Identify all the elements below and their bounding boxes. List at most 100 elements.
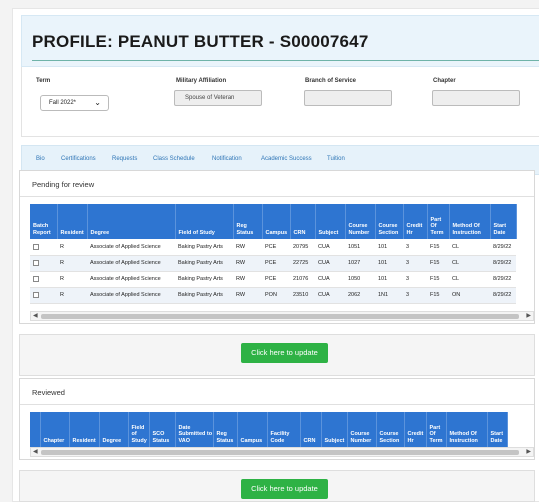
table-cell: CUA <box>315 239 345 256</box>
table-cell: Baking Pastry Arts <box>175 271 233 288</box>
scroll-left-icon[interactable]: ◀ <box>33 312 38 319</box>
table-cell: Baking Pastry Arts <box>175 239 233 256</box>
tab-academic-success[interactable]: Academic Success <box>261 156 312 162</box>
table-row: R Associate of Applied Science Baking Pa… <box>30 255 516 272</box>
table-cell: 101 <box>375 255 403 272</box>
reviewed-panel-header: Reviewed <box>20 379 534 405</box>
table-cell: 22725 <box>290 255 315 272</box>
table-cell: 101 <box>375 271 403 288</box>
table-cell: PCE <box>262 255 290 272</box>
col-header: Course Section <box>375 204 404 239</box>
col-header: Degree <box>87 204 176 239</box>
pending-title: Pending for review <box>32 180 95 189</box>
batch-report-checkbox[interactable] <box>33 275 39 282</box>
tab-class-schedule[interactable]: Class Schedule <box>153 156 195 162</box>
col-header: Subject <box>315 204 346 239</box>
col-header: Field of Study <box>128 412 150 447</box>
table-cell: R <box>57 287 87 304</box>
pending-horizontal-scrollbar[interactable]: ◀ ▶ <box>30 311 534 321</box>
col-header: Field of Study <box>175 204 234 239</box>
table-cell: CL <box>449 255 490 272</box>
table-cell: 1050 <box>345 271 375 288</box>
col-header: CRN <box>290 204 316 239</box>
profile-header: PROFILE: PEANUT BUTTER - S00007647 <box>21 15 539 67</box>
term-label: Term <box>36 78 51 84</box>
pending-table: Batch Report Resident Degree Field of St… <box>30 204 517 304</box>
col-header: Course Section <box>376 412 405 447</box>
batch-report-cell[interactable] <box>30 255 57 272</box>
table-cell: 1027 <box>345 255 375 272</box>
branch-of-service-label: Branch of Service <box>305 78 357 84</box>
col-header: Date Submitted to VAO <box>175 412 214 447</box>
table-cell: 1051 <box>345 239 375 256</box>
tab-notification[interactable]: Notification <box>212 156 242 162</box>
col-header <box>30 412 41 447</box>
table-cell: F15 <box>427 255 449 272</box>
batch-report-cell[interactable] <box>30 239 57 256</box>
col-header: Reg Status <box>233 204 263 239</box>
table-cell: 8/29/22 <box>490 255 516 272</box>
batch-report-cell[interactable] <box>30 271 57 288</box>
scroll-right-icon[interactable]: ▶ <box>526 312 531 319</box>
table-cell: R <box>57 239 87 256</box>
table-cell: 3 <box>403 255 427 272</box>
table-cell: PON <box>262 287 290 304</box>
scrollbar-thumb[interactable] <box>41 450 519 455</box>
col-header: Campus <box>262 204 291 239</box>
table-cell: CUA <box>315 255 345 272</box>
table-cell: CL <box>449 271 490 288</box>
batch-report-checkbox[interactable] <box>33 291 39 298</box>
table-cell: 21076 <box>290 271 315 288</box>
col-header: Subject <box>321 412 348 447</box>
batch-report-checkbox[interactable] <box>33 243 39 250</box>
table-cell: 8/29/22 <box>490 287 516 304</box>
tab-certifications[interactable]: Certifications <box>61 156 96 162</box>
table-cell: Associate of Applied Science <box>87 271 175 288</box>
reviewed-table: Chapter Resident Degree Field of Study S… <box>30 412 508 447</box>
table-cell: 23510 <box>290 287 315 304</box>
reviewed-update-area: Click here to update <box>19 470 535 502</box>
batch-report-checkbox[interactable] <box>33 259 39 266</box>
table-cell: Baking Pastry Arts <box>175 255 233 272</box>
col-header: Start Date <box>487 412 508 447</box>
table-cell: ON <box>449 287 490 304</box>
table-cell: F15 <box>427 239 449 256</box>
branch-of-service-field <box>304 90 392 106</box>
table-cell: PCE <box>262 239 290 256</box>
table-cell: RW <box>233 271 262 288</box>
table-cell: PCE <box>262 271 290 288</box>
table-cell: R <box>57 255 87 272</box>
col-header: SCO Status <box>149 412 176 447</box>
page-title: PROFILE: PEANUT BUTTER - S00007647 <box>32 32 369 51</box>
chapter-field <box>432 90 520 106</box>
table-cell: 20795 <box>290 239 315 256</box>
table-cell: Associate of Applied Science <box>87 239 175 256</box>
tab-bio[interactable]: Bio <box>36 156 45 162</box>
scroll-right-icon[interactable]: ▶ <box>526 448 531 455</box>
reviewed-horizontal-scrollbar[interactable]: ◀ ▶ <box>30 447 534 457</box>
batch-report-cell[interactable] <box>30 287 57 304</box>
reviewed-update-button[interactable]: Click here to update <box>241 479 328 499</box>
col-header: Chapter <box>40 412 70 447</box>
col-header: Reg Status <box>213 412 238 447</box>
col-header: Degree <box>99 412 129 447</box>
reviewed-panel: Reviewed Chapter Resident Degree Field o… <box>19 378 535 460</box>
tab-requests[interactable]: Requests <box>112 156 137 162</box>
reviewed-header-row: Chapter Resident Degree Field of Study S… <box>30 412 508 447</box>
table-cell: 8/29/22 <box>490 239 516 256</box>
col-header: Facility Code <box>267 412 301 447</box>
col-header: Method Of Instruction <box>446 412 488 447</box>
pending-update-button[interactable]: Click here to update <box>241 343 328 363</box>
table-cell: 101 <box>375 239 403 256</box>
table-cell: Associate of Applied Science <box>87 255 175 272</box>
scrollbar-thumb[interactable] <box>41 314 519 319</box>
pending-update-area: Click here to update <box>19 334 535 376</box>
col-header: Campus <box>237 412 268 447</box>
military-affiliation-label: Military Affiliation <box>176 78 227 84</box>
scroll-left-icon[interactable]: ◀ <box>33 448 38 455</box>
term-select[interactable]: Fall 2022* ⌄ <box>40 95 109 111</box>
pending-table-wrap: Batch Report Resident Degree Field of St… <box>30 204 534 304</box>
pending-panel-header: Pending for review <box>20 171 534 197</box>
tab-tuition[interactable]: Tuition <box>327 156 345 162</box>
military-affiliation-field: Spouse of Veteran <box>174 90 262 106</box>
